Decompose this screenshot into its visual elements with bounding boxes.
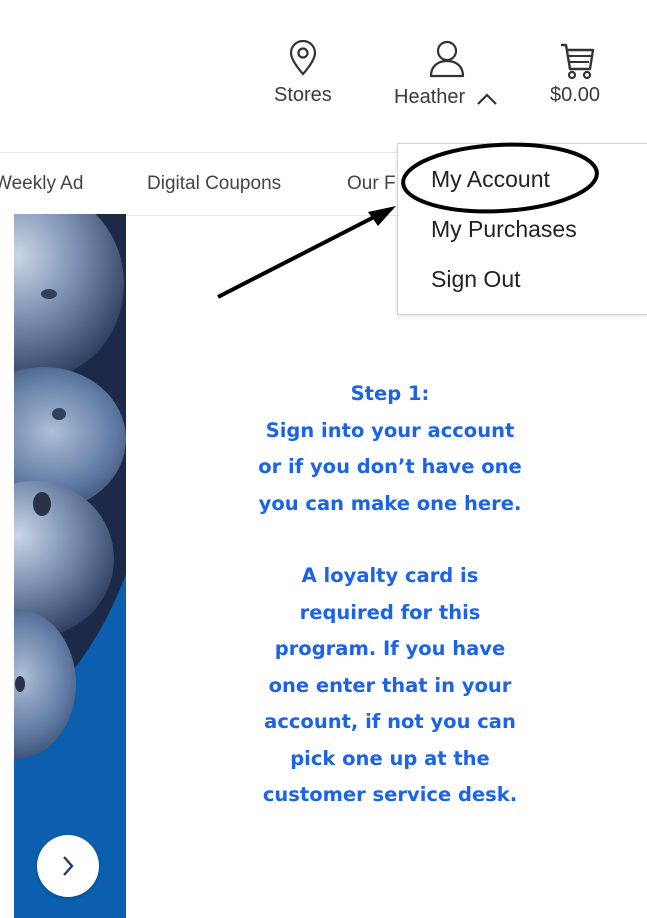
menu-item-sign-out[interactable]: Sign Out — [431, 266, 521, 293]
card-line: customer service desk. — [262, 783, 518, 806]
instructions-text: Step 1: Sign into your account or if you… — [200, 376, 580, 814]
site-header: Stores Heather $0.00 — [0, 0, 647, 152]
stores-link[interactable]: Stores — [274, 40, 332, 107]
cart-icon — [561, 43, 595, 80]
hero-image — [14, 214, 126, 918]
chevron-right-icon — [63, 856, 74, 876]
cart-link[interactable]: $0.00 — [550, 42, 600, 107]
blueberries-image — [14, 214, 126, 918]
account-dropdown-menu: My Account My Purchases Sign Out — [397, 143, 647, 315]
user-icon — [429, 40, 464, 78]
stores-label: Stores — [274, 84, 332, 106]
step-title: Step 1: — [350, 382, 430, 405]
nav-item-our[interactable]: Our F — [347, 173, 396, 195]
chevron-up-icon — [477, 92, 497, 105]
menu-item-my-purchases[interactable]: My Purchases — [431, 216, 577, 243]
card-line: one enter that in your — [268, 673, 512, 697]
card-line: account, if not you can — [264, 710, 516, 733]
pointer-arrow-line — [217, 213, 379, 299]
step-line: you can make one here. — [258, 491, 522, 515]
nav-item-digital-coupons[interactable]: Digital Coupons — [147, 173, 281, 195]
card-line: A loyalty card is — [301, 564, 479, 587]
page-gutter — [0, 214, 14, 918]
step-line: Sign into your account — [265, 418, 515, 442]
user-name-label: Heather — [394, 86, 466, 108]
nav-item-weekly-ad[interactable]: Weekly Ad — [0, 173, 83, 195]
cart-total: $0.00 — [550, 84, 601, 106]
card-line: program. If you have — [274, 637, 506, 660]
menu-item-my-account[interactable]: My Account — [431, 166, 550, 193]
card-line: required for this — [299, 600, 481, 624]
card-line: pick one up at the — [290, 746, 490, 770]
location-pin-icon — [289, 40, 317, 76]
user-menu-toggle[interactable]: Heather — [394, 40, 499, 109]
carousel-next-button[interactable] — [37, 835, 99, 897]
step-line: or if you don’t have one — [258, 455, 522, 478]
